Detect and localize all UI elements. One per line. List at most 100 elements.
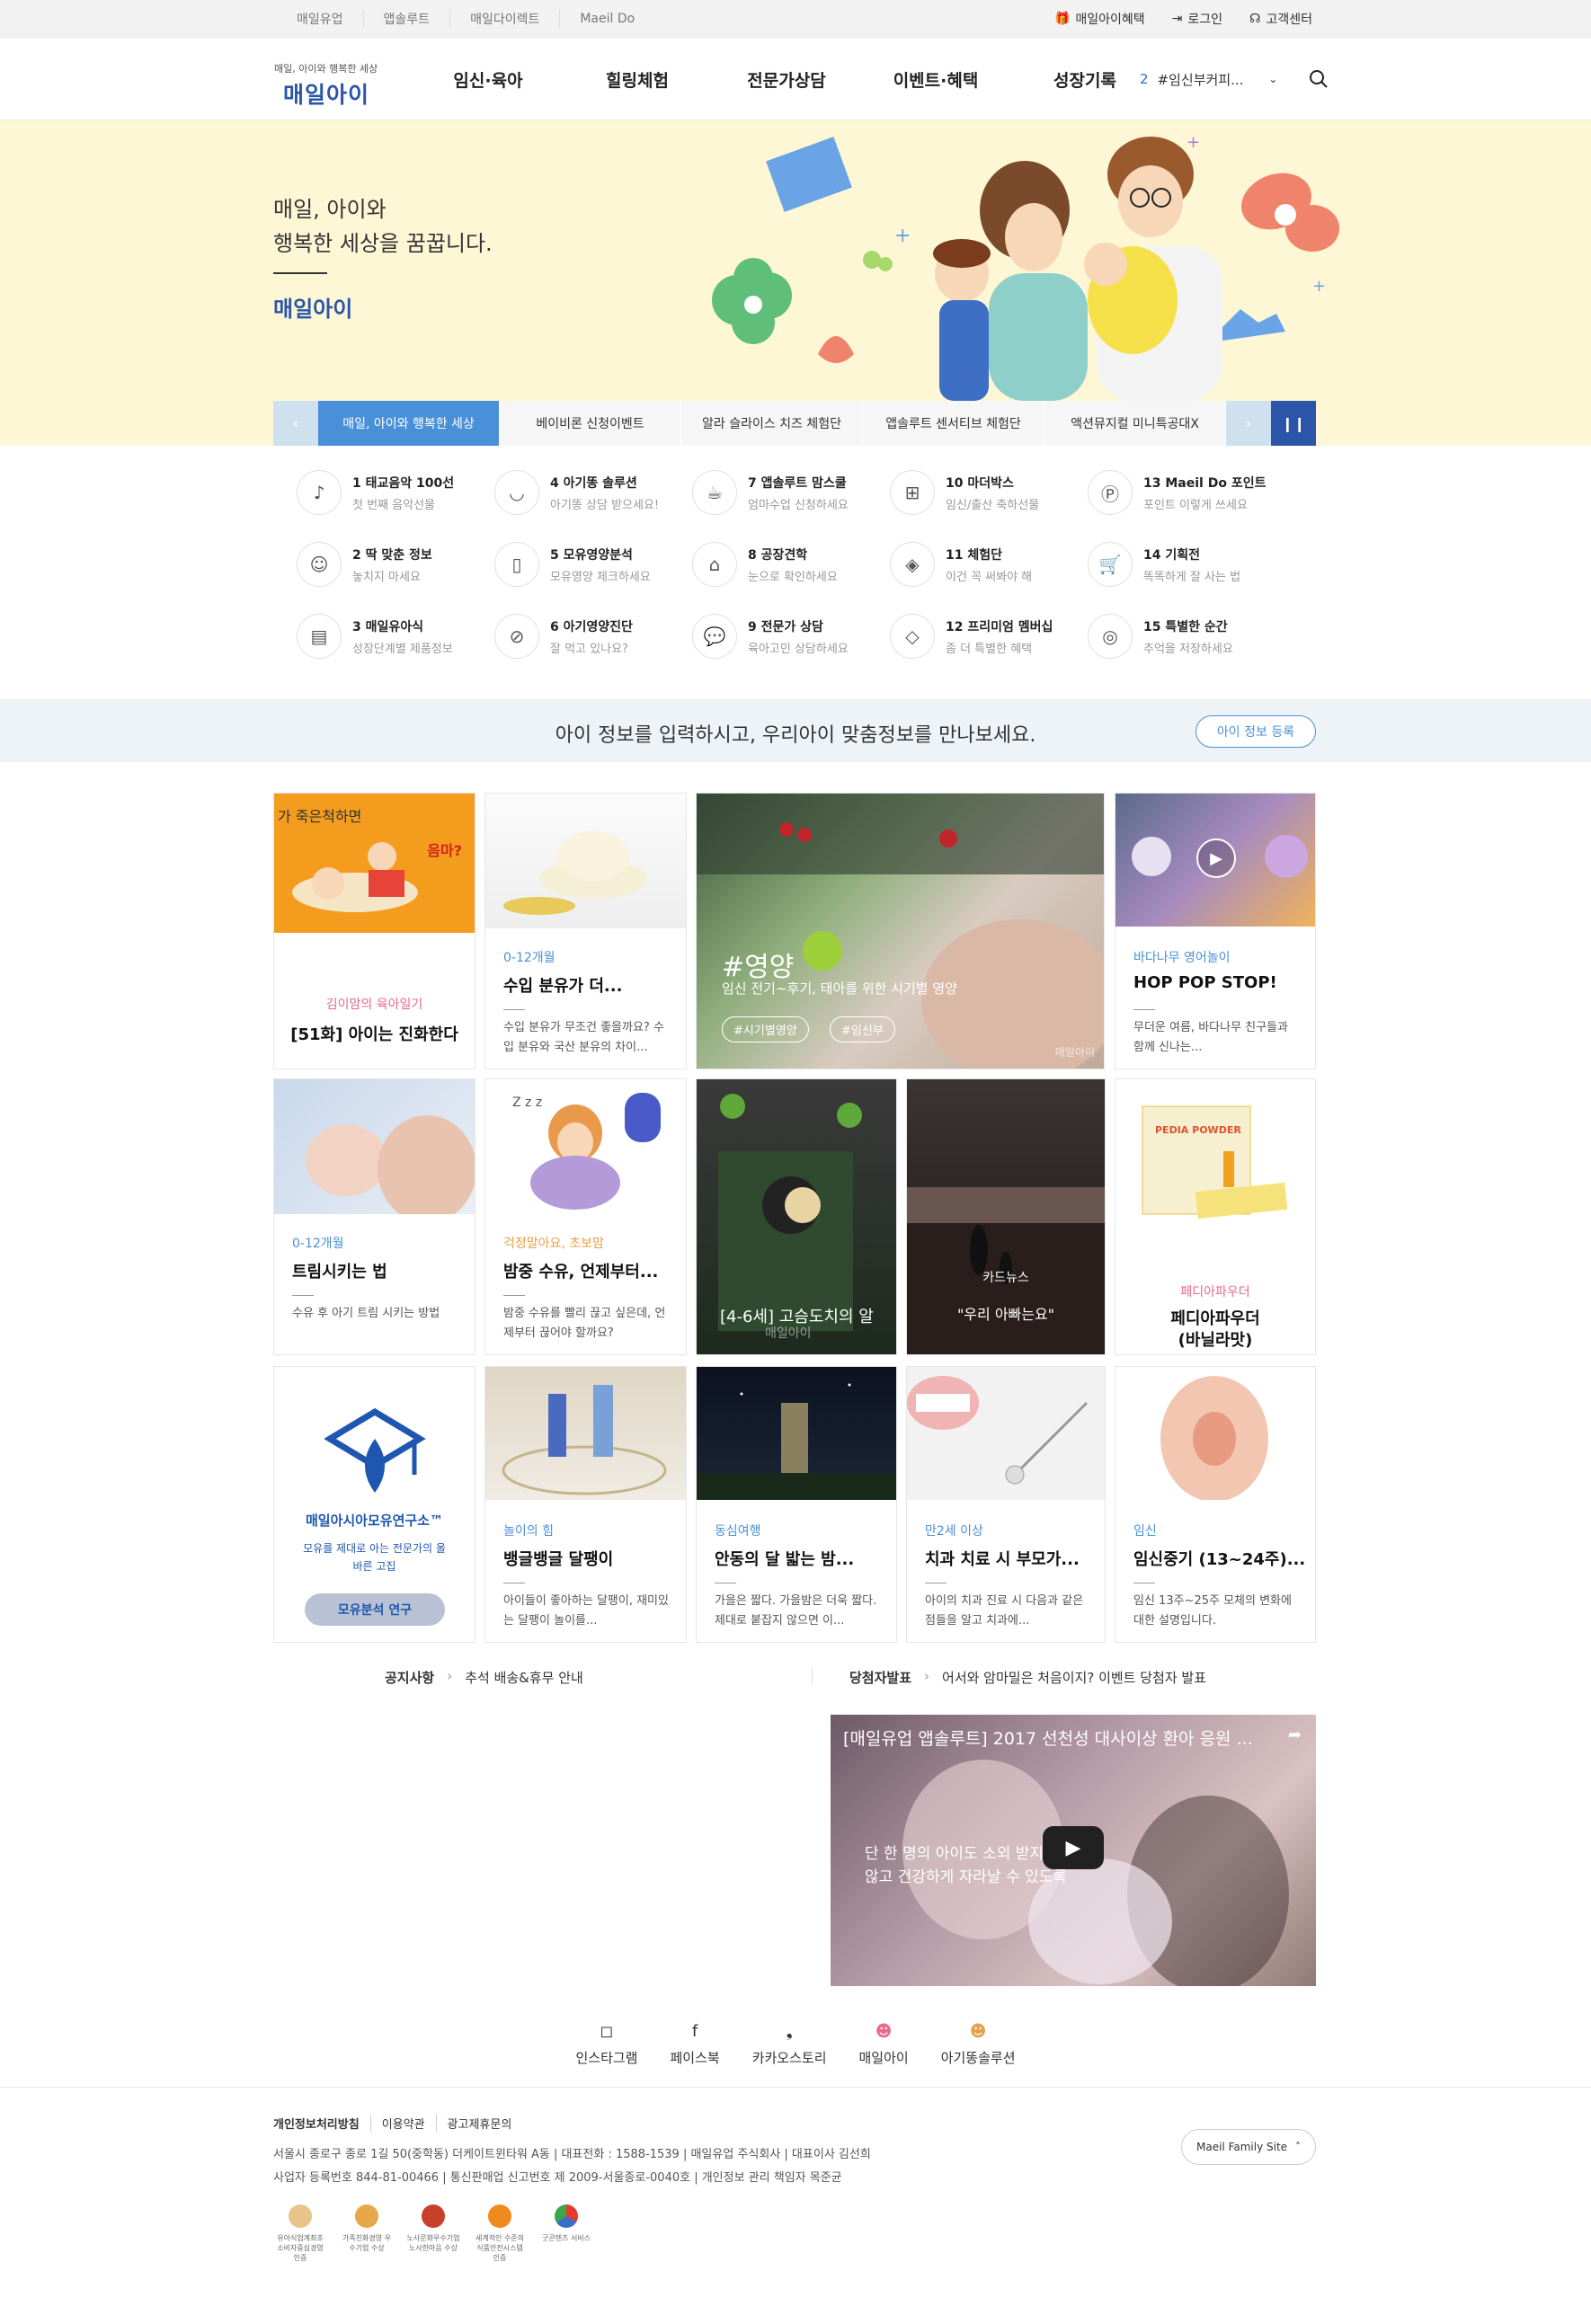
- hero-banner: 매일, 아이와 행복한 세상을 꿈꿉니다. 매일아이 + + + ‹ 매일, 아이와…: [0, 120, 1591, 446]
- service-item[interactable]: ▤ 3 매일유아식 성장단계별 제품정보: [297, 611, 494, 661]
- register-child-button[interactable]: 아이 정보 등록: [1195, 715, 1316, 748]
- cup-icon: ☕: [692, 470, 737, 515]
- winner-text[interactable]: 어서와 암마밀은 처음이지? 이벤트 당첨자 발표: [942, 1668, 1206, 1687]
- benefit-link[interactable]: 🎁 매일아이혜택: [1054, 10, 1145, 28]
- snail-play-photo: [502, 1385, 667, 1495]
- site-footer: 개인정보처리방침 이용약관 광고제휴문의 서울시 종로구 종로 1길 50(중학…: [0, 2087, 1591, 2324]
- content-card[interactable]: 임신 임신중기 (13~24주)... 임신 13주~25주 모체의 변화에 대…: [1115, 1366, 1316, 1643]
- ad-inquiry-link[interactable]: 광고제휴문의: [437, 2115, 523, 2132]
- content-card[interactable]: [4-6세] 고슴도치의 알 매일아이: [696, 1078, 897, 1355]
- service-item[interactable]: ◇ 12 프리미엄 멤버십 좀 더 특별한 혜택: [890, 611, 1088, 661]
- baby-icon: ☺: [297, 542, 342, 587]
- content-card[interactable]: 놀이의 힘 뱅글뱅글 달팽이 아이들이 좋아하는 달팽이, 재미있는 달팽이 놀…: [484, 1366, 687, 1643]
- content-card[interactable]: 동심여행 안동의 달 밟는 밤... 가을은 짧다. 가을밤은 더욱 짧다. 제…: [696, 1366, 897, 1643]
- feature-chip[interactable]: #임신부: [830, 1016, 895, 1042]
- featured-card[interactable]: #영양 임신 전기~후기, 태아를 위한 시기별 영양 #시기별영양 #임신부 …: [696, 793, 1105, 1069]
- service-item[interactable]: ◈ 11 체험단 이건 꼭 써봐야 해: [890, 539, 1088, 590]
- feature-subtitle: 임신 전기~후기, 태아를 위한 시기별 영양: [722, 980, 957, 997]
- service-item[interactable]: ☺ 2 딱 맞춘 정보 놓치지 마세요: [297, 539, 494, 590]
- hero-prev-button[interactable]: ‹: [273, 401, 318, 446]
- hero-next-button[interactable]: ›: [1226, 401, 1271, 446]
- topbar-link-maeildo[interactable]: Maeil Do: [560, 12, 654, 26]
- night-tower-photo: [697, 1383, 896, 1500]
- service-item[interactable]: ⌂ 8 공장견학 눈으로 확인하세요: [692, 539, 890, 590]
- card-divider: [292, 1295, 314, 1296]
- cert-badge: 세계적인 수준의 식품안전시스템 인증: [473, 2204, 527, 2263]
- hero-tab-5[interactable]: 액션뮤지컬 미니특공대X: [1044, 401, 1226, 446]
- notice-text[interactable]: 추석 배송&휴무 안내: [465, 1668, 583, 1687]
- card-image: [485, 1367, 686, 1500]
- product-label: PEDIA POWDER: [1155, 1124, 1241, 1136]
- hero-pause-button[interactable]: ❙❙: [1271, 401, 1316, 446]
- nav-item-healing[interactable]: 힐링체험: [563, 67, 712, 92]
- content-card[interactable]: Z z z 걱정말아요, 초보맘 밤중 수유, 언제부터... 밤중 수유를 빨…: [484, 1078, 687, 1355]
- content-card[interactable]: 카드뉴스 "우리 아빠는요": [906, 1078, 1106, 1355]
- hero-tab-4[interactable]: 앱솔루트 센서티브 체험단: [863, 401, 1044, 446]
- headset-icon: ☊: [1249, 12, 1261, 26]
- sns-maeilai[interactable]: ☻ 매일아이: [859, 2022, 909, 2067]
- privacy-policy-link[interactable]: 개인정보처리방침: [273, 2115, 371, 2132]
- content-card[interactable]: PEDIA POWDER 페디아파우더 페디아파우더 (바닐라맛): [1115, 1078, 1316, 1355]
- service-item[interactable]: ⊞ 10 마더박스 임신/출산 축하선물: [890, 467, 1088, 518]
- service-item[interactable]: ☕ 7 앱솔루트 맘스쿨 엄마수업 신청하세요: [692, 467, 890, 518]
- search-icon[interactable]: [1308, 68, 1329, 90]
- card-title: 밤중 수유, 언제부터...: [503, 1263, 659, 1282]
- video-player[interactable]: [매일유업 앱솔루트] 2017 선천성 대사이상 환아 응원 ... ➦ 단 …: [831, 1715, 1316, 1986]
- feature-chip[interactable]: #시기별영양: [722, 1016, 809, 1042]
- content-card[interactable]: 가 죽은척하면 음마? 김이맘의 육아일기 [51화] 아이는 진화한다: [273, 793, 476, 1069]
- service-item[interactable]: 💬 9 전문가 상담 육아고민 상담하세요: [692, 611, 890, 661]
- notice-bar[interactable]: 공지사항 › 추석 배송&휴무 안내: [385, 1668, 583, 1687]
- content-card[interactable]: 0-12개월 수입 분유가 더... 수입 분유가 무조건 좋을까요? 수입 분…: [484, 793, 687, 1069]
- research-card[interactable]: 매일아시아모유연구소™ 모유를 제대로 아는 전문가의 올바른 고집 모유분석 …: [273, 1366, 476, 1643]
- service-item[interactable]: Ⓟ 13 Maeil Do 포인트 포인트 이렇게 쓰세요: [1088, 467, 1285, 518]
- card-category: 김이맘의 육아일기: [325, 998, 423, 1012]
- card-category: 0-12개월: [292, 1237, 344, 1251]
- notice-divider: [812, 1668, 813, 1684]
- sns-poop-solution[interactable]: ☻ 아기똥솔루션: [941, 2022, 1016, 2067]
- hero-tab-3[interactable]: 알라 슬라이스 치즈 체험단: [681, 401, 863, 446]
- baby-photo: [306, 1115, 475, 1214]
- share-icon[interactable]: ➦: [1288, 1725, 1302, 1744]
- trending-search[interactable]: 2 #임신부커피... ⌄: [1140, 68, 1329, 90]
- nav-item-expert[interactable]: 전문가상담: [712, 67, 861, 92]
- service-item[interactable]: ◎ 15 특별한 순간 추억을 저장하세요: [1088, 611, 1285, 661]
- service-item[interactable]: 🛒 14 기획전 똑똑하게 잘 사는 법: [1088, 539, 1285, 590]
- topbar-link-absolute[interactable]: 앱솔루트: [364, 10, 451, 28]
- sns-instagram[interactable]: ◻ 인스타그램: [575, 2022, 637, 2067]
- research-button[interactable]: 모유분석 연구: [305, 1593, 445, 1626]
- hero-tab-2[interactable]: 베이비론 신청이벤트: [500, 401, 681, 446]
- play-icon[interactable]: ▶: [1196, 838, 1236, 878]
- site-logo[interactable]: 매일, 아이와 행복한 세상 매일아이: [274, 61, 378, 110]
- hero-tab-1[interactable]: 매일, 아이와 행복한 세상: [318, 401, 500, 446]
- sns-facebook[interactable]: f 페이스북: [670, 2022, 719, 2067]
- nav-item-pregnancy[interactable]: 임신·육아: [413, 67, 563, 92]
- cert-icon: [289, 2204, 312, 2228]
- sns-links: ◻ 인스타그램 f 페이스북 ❟ 카카오스토리 ☻ 매일아이 ☻ 아기똥솔루션: [0, 2022, 1591, 2067]
- service-item[interactable]: ◡ 4 아기똥 솔루션 아기똥 상담 받으세요!: [494, 467, 692, 518]
- service-item[interactable]: ♪ 1 태교음악 100선 첫 번째 음악선물: [297, 467, 494, 518]
- nav-item-event[interactable]: 이벤트·혜택: [861, 67, 1010, 92]
- winner-bar[interactable]: 당첨자발표 › 어서와 암마밀은 처음이지? 이벤트 당첨자 발표: [849, 1668, 1206, 1687]
- terms-link[interactable]: 이용약관: [371, 2115, 437, 2132]
- customer-center-link[interactable]: ☊ 고객센터: [1249, 10, 1312, 28]
- login-link[interactable]: ⇥ 로그인: [1172, 10, 1222, 28]
- topbar-link-direct[interactable]: 매일다이렉트: [450, 10, 561, 28]
- service-item[interactable]: ⊘ 6 아기영양진단 잘 먹고 있나요?: [494, 611, 692, 661]
- card-description: 수유 후 아기 트림 시키는 방법: [292, 1307, 440, 1320]
- content-card[interactable]: ▶ 바다나무 영어놀이 HOP POP STOP! 무더운 여름, 바다나무 친…: [1115, 793, 1316, 1069]
- main-nav: 임신·육아 힐링체험 전문가상담 이벤트·혜택 성장기록: [413, 38, 1160, 120]
- nav-item-growth[interactable]: 성장기록: [1010, 67, 1160, 92]
- video-play-button[interactable]: ▶: [1043, 1826, 1104, 1869]
- family-site-select[interactable]: Maeil Family Site ˄: [1181, 2129, 1316, 2165]
- music-icon: ♪: [297, 470, 342, 515]
- card-title: 트림시키는 법: [292, 1263, 387, 1282]
- sns-kakaostory[interactable]: ❟ 카카오스토리: [752, 2022, 827, 2067]
- chevron-down-icon[interactable]: ⌄: [1268, 73, 1277, 85]
- content-card[interactable]: 만2세 이상 치과 치료 시 부모가... 아이의 치과 진료 시 다음과 같은…: [906, 1366, 1106, 1643]
- trending-rank: 2: [1140, 71, 1149, 87]
- service-item[interactable]: ▯ 5 모유영양분석 모유영양 체크하세요: [494, 539, 692, 590]
- content-card[interactable]: 0-12개월 트림시키는 법 수유 후 아기 트림 시키는 방법: [273, 1078, 476, 1355]
- service-grid: ♪ 1 태교음악 100선 첫 번째 음악선물 ◡ 4 아기똥 솔루션 아기똥 상담 받…: [297, 467, 1321, 661]
- chat-icon: 💬: [692, 614, 737, 659]
- topbar-link-maeil[interactable]: 매일유업: [270, 10, 364, 28]
